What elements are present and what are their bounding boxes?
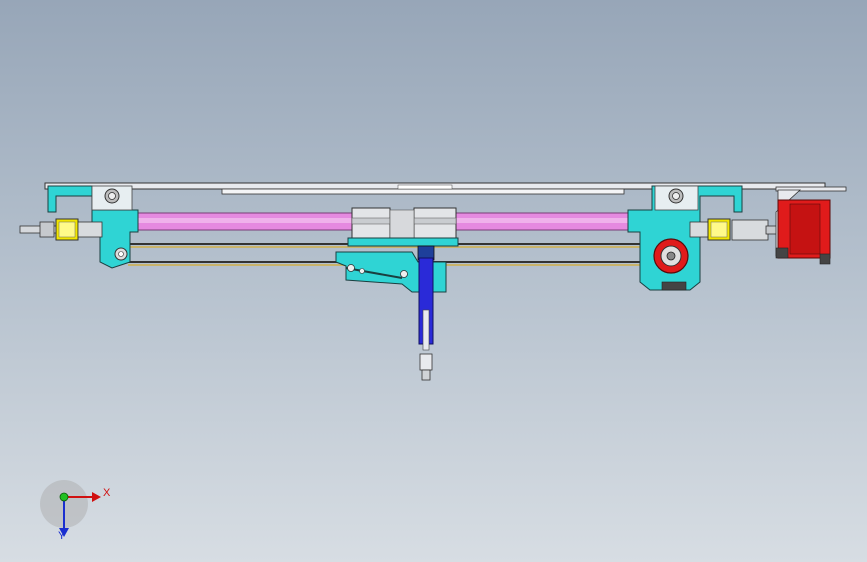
axis-label-x: X xyxy=(103,487,111,499)
carriage-bearing-blocks[interactable] xyxy=(351,207,457,241)
carriage-plate[interactable] xyxy=(335,237,459,293)
stepper-motor-icon[interactable] xyxy=(775,189,831,265)
left-shaft-assembly[interactable] xyxy=(19,218,103,241)
drive-pulley[interactable] xyxy=(653,238,689,274)
right-shaft-assembly[interactable] xyxy=(689,218,781,241)
axis-label-y: Y xyxy=(58,530,66,542)
assembly-drawing xyxy=(19,182,847,537)
cad-viewport[interactable]: X Y xyxy=(0,0,867,562)
spindle-shaft[interactable] xyxy=(418,257,434,381)
axis-triad-icon xyxy=(40,480,101,537)
